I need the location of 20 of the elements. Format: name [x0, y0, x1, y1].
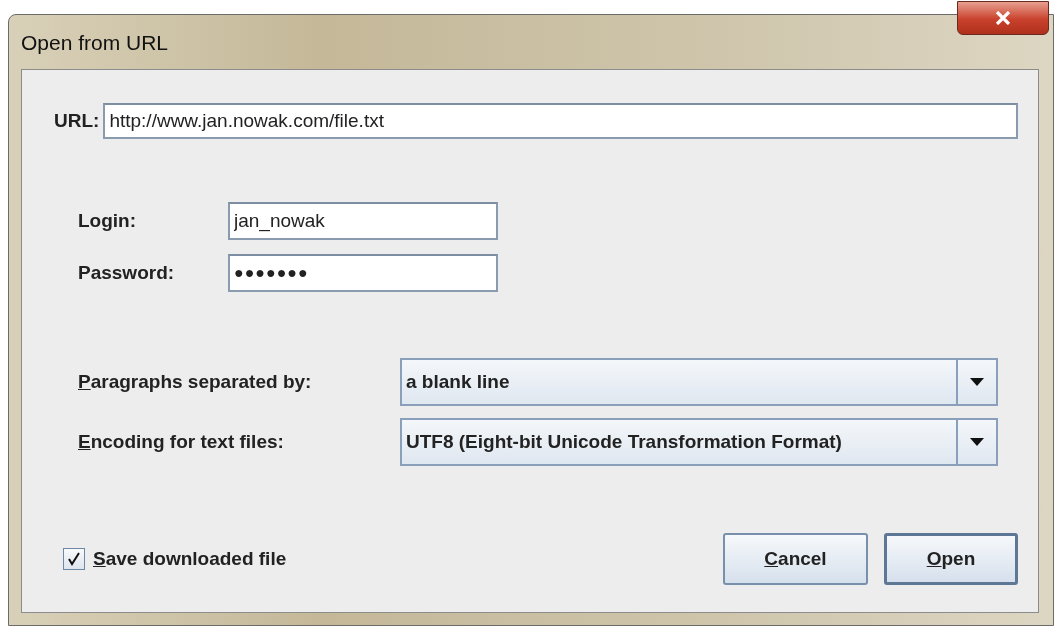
- url-label: URL:: [54, 110, 100, 132]
- caret-icon: [970, 438, 984, 446]
- dialog-button[interactable]: Open: [884, 533, 1018, 585]
- checkbox-label[interactable]: Save downloaded file: [93, 548, 287, 570]
- dropdown[interactable]: UTF8 (Eight-bit Unicode Transformation Format): [400, 418, 998, 466]
- url-field[interactable]: http://www.jan.nowak.com/file.txt: [103, 103, 1018, 139]
- dropdown[interactable]: a blank line: [400, 358, 998, 406]
- login-field[interactable]: jan_nowak: [228, 202, 498, 240]
- close-icon: [995, 11, 1011, 25]
- dialog-button[interactable]: Cancel: [723, 533, 868, 585]
- close-button[interactable]: [957, 1, 1049, 35]
- checkmark-icon: [67, 552, 81, 566]
- login-label: Login:: [78, 210, 138, 232]
- window-title: Open from URL: [21, 31, 169, 55]
- caret-icon: [970, 378, 984, 386]
- password-label: Password:: [78, 262, 176, 284]
- checkbox[interactable]: [63, 548, 85, 570]
- option-label: Paragraphs separated by:: [78, 371, 313, 393]
- password-field[interactable]: ●●●●●●●: [228, 254, 498, 292]
- option-label: Encoding for text files:: [78, 431, 285, 453]
